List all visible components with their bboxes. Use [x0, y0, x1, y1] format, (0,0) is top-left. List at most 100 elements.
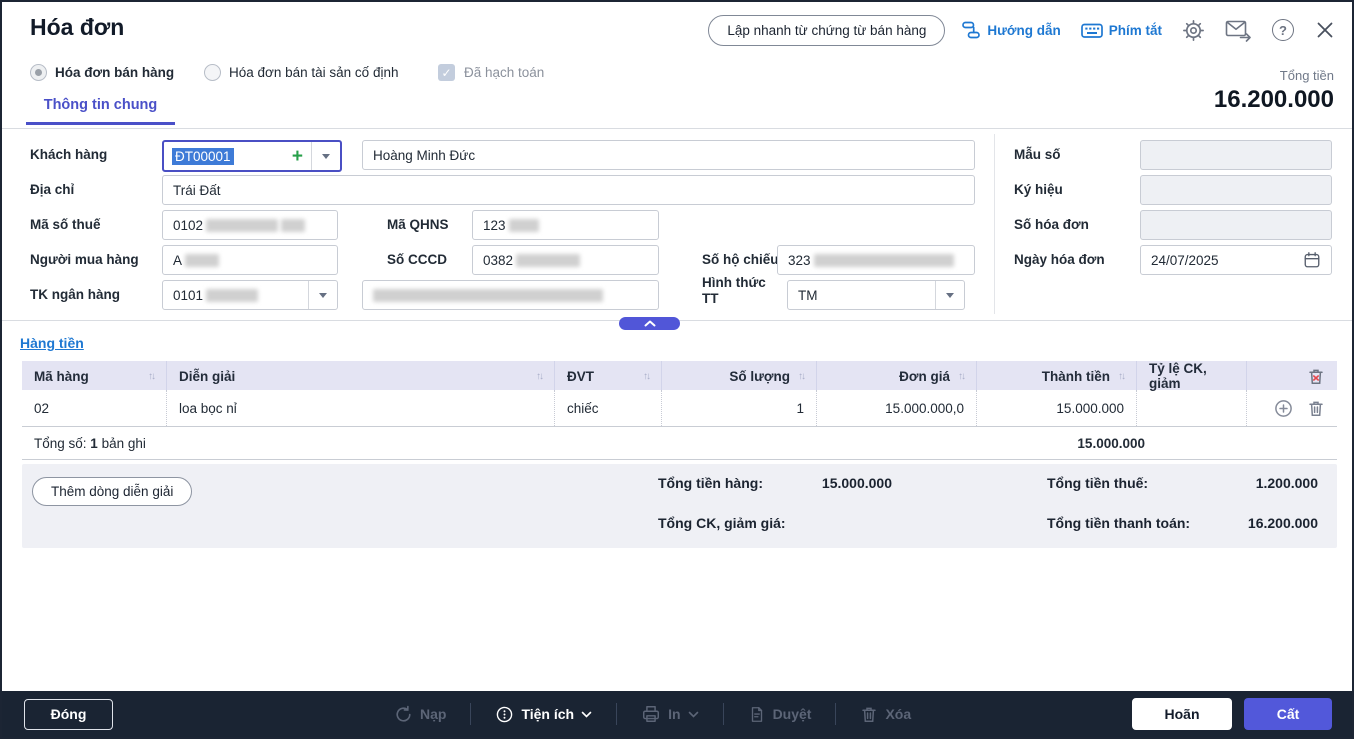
bank-account-select[interactable]: 0101 [162, 280, 338, 310]
row-amount[interactable]: 15.000.000 [977, 390, 1137, 426]
invoice-date-label: Ngày hóa đơn [1014, 252, 1105, 267]
shortcuts-label: Phím tắt [1109, 23, 1162, 38]
table-row[interactable]: 02 loa bọc nỉ chiếc 1 15.000.000,0 15.00… [22, 390, 1337, 427]
guide-signpost-icon [961, 20, 981, 40]
send-mail-icon[interactable] [1225, 18, 1252, 42]
detail-section-link[interactable]: Hàng tiền [20, 335, 84, 351]
row-actions [1247, 390, 1337, 426]
customer-code-combo[interactable]: ĐT00001 + [162, 140, 342, 172]
invoice-no-label: Số hóa đơn [1014, 217, 1089, 232]
chevron-down-icon [581, 711, 592, 718]
row-unit-price[interactable]: 15.000.000,0 [817, 390, 977, 426]
row-description[interactable]: loa bọc nỉ [167, 390, 555, 426]
topbar-actions: Lập nhanh từ chứng từ bán hàng Hướng dẫn [708, 14, 1336, 46]
symbol-label: Ký hiệu [1014, 182, 1063, 197]
refresh-icon [394, 705, 413, 724]
redacted-value [206, 219, 278, 232]
printer-icon [641, 704, 661, 724]
cccd-input[interactable]: 0382 [472, 245, 659, 275]
delete-button: Xóa [836, 705, 935, 724]
bank-account-dropdown-arrow[interactable] [308, 281, 337, 309]
quick-create-button[interactable]: Lập nhanh từ chứng từ bán hàng [708, 15, 945, 46]
record-count: Tổng số: 1 bản ghi [22, 427, 662, 459]
approve-button: Duyệt [724, 705, 836, 724]
tax-total-value: 1.200.000 [1162, 475, 1318, 491]
template-no-label: Mẫu số [1014, 147, 1061, 162]
sort-icon[interactable]: ↑↓ [958, 371, 964, 382]
page-title: Hóa đơn [30, 14, 124, 41]
calendar-icon[interactable] [1303, 251, 1321, 269]
tax-total-label: Tổng tiền thuế: [1047, 475, 1148, 491]
template-no-input [1140, 140, 1332, 170]
address-label: Địa chỉ [30, 182, 74, 197]
close-icon[interactable] [1314, 19, 1336, 41]
redacted-value [206, 289, 258, 302]
col-header-item-code[interactable]: Mã hàng↑↓ [22, 361, 167, 391]
print-button[interactable]: In [617, 704, 722, 724]
payment-method-label: Hình thức TT [702, 275, 774, 307]
invoice-date-input[interactable]: 24/07/2025 [1140, 245, 1332, 275]
table-footer-row: Tổng số: 1 bản ghi 15.000.000 [22, 427, 1337, 460]
customer-name-input[interactable]: Hoàng Minh Đức [362, 140, 975, 170]
guide-link[interactable]: Hướng dẫn [961, 20, 1060, 40]
discount-total-label: Tổng CK, giảm giá: [658, 515, 786, 531]
shortcuts-link[interactable]: Phím tắt [1081, 20, 1162, 40]
col-header-amount[interactable]: Thành tiền↑↓ [977, 361, 1137, 391]
bank-account-label: TK ngân hàng [30, 287, 120, 302]
posted-checkbox[interactable]: ✓ [438, 64, 455, 81]
footer-toolbar: Đóng Nạp [2, 691, 1352, 737]
buyer-input[interactable]: A [162, 245, 338, 275]
col-header-description[interactable]: Diễn giải↑↓ [167, 361, 555, 391]
sort-icon[interactable]: ↑↓ [643, 371, 649, 382]
delete-all-rows-icon[interactable] [1307, 367, 1325, 386]
redacted-value [281, 219, 305, 232]
utilities-icon [495, 705, 514, 724]
add-description-row-button[interactable]: Thêm dòng diễn giải [32, 477, 192, 506]
col-header-quantity[interactable]: Số lượng↑↓ [662, 361, 817, 391]
postpone-button[interactable]: Hoãn [1132, 698, 1232, 730]
add-customer-icon[interactable]: + [292, 147, 303, 166]
insert-row-icon[interactable] [1274, 399, 1293, 418]
customer-dropdown-arrow[interactable] [311, 142, 340, 170]
sort-icon[interactable]: ↑↓ [798, 371, 804, 382]
save-button[interactable]: Cất [1244, 698, 1332, 730]
payment-method-dropdown-arrow[interactable] [935, 281, 964, 309]
payment-method-select[interactable]: TM [787, 280, 965, 310]
row-discount[interactable] [1137, 390, 1247, 426]
bank-name-input[interactable] [362, 280, 659, 310]
customer-code-input[interactable]: ĐT00001 [172, 148, 234, 165]
row-unit[interactable]: chiếc [555, 390, 662, 426]
sort-icon[interactable]: ↑↓ [1118, 371, 1124, 382]
passport-label: Số hộ chiếu [702, 252, 779, 267]
posted-checkbox-label: Đã hạch toán [464, 65, 544, 80]
tab-general-info[interactable]: Thông tin chung [26, 97, 175, 125]
row-quantity[interactable]: 1 [662, 390, 817, 426]
row-item-code[interactable]: 02 [22, 390, 167, 426]
radio-asset-invoice[interactable] [204, 64, 221, 81]
sort-icon[interactable]: ↑↓ [148, 371, 154, 382]
close-button[interactable]: Đóng [24, 699, 113, 730]
sort-icon[interactable]: ↑↓ [536, 371, 542, 382]
form-column-divider [994, 134, 995, 314]
passport-input[interactable]: 323 [777, 245, 975, 275]
radio-sales-invoice-label: Hóa đơn bán hàng [55, 65, 174, 80]
address-input[interactable]: Trái Đất [162, 175, 975, 205]
total-amount-caption: Tổng tiền [1280, 68, 1334, 83]
delete-row-icon[interactable] [1307, 399, 1325, 418]
chevron-down-icon[interactable] [688, 711, 699, 718]
col-header-unit[interactable]: ĐVT↑↓ [555, 361, 662, 391]
payment-total-value: 16.200.000 [1162, 515, 1318, 531]
help-icon[interactable]: ? [1272, 19, 1294, 41]
customer-label: Khách hàng [30, 147, 107, 162]
radio-sales-invoice[interactable] [30, 64, 47, 81]
settings-gear-icon[interactable] [1182, 19, 1205, 42]
footer-right-actions: Hoãn Cất [1132, 698, 1332, 730]
col-header-unit-price[interactable]: Đơn giá↑↓ [817, 361, 977, 391]
qhns-input[interactable]: 123 [472, 210, 659, 240]
total-amount-value: 16.200.000 [1214, 86, 1334, 114]
collapse-form-button[interactable] [619, 317, 680, 330]
redacted-value [516, 254, 580, 267]
utilities-button[interactable]: Tiện ích [471, 705, 616, 724]
tax-code-input[interactable]: 0102 [162, 210, 338, 240]
col-header-discount[interactable]: Tỷ lệ CK, giảm [1137, 361, 1247, 391]
